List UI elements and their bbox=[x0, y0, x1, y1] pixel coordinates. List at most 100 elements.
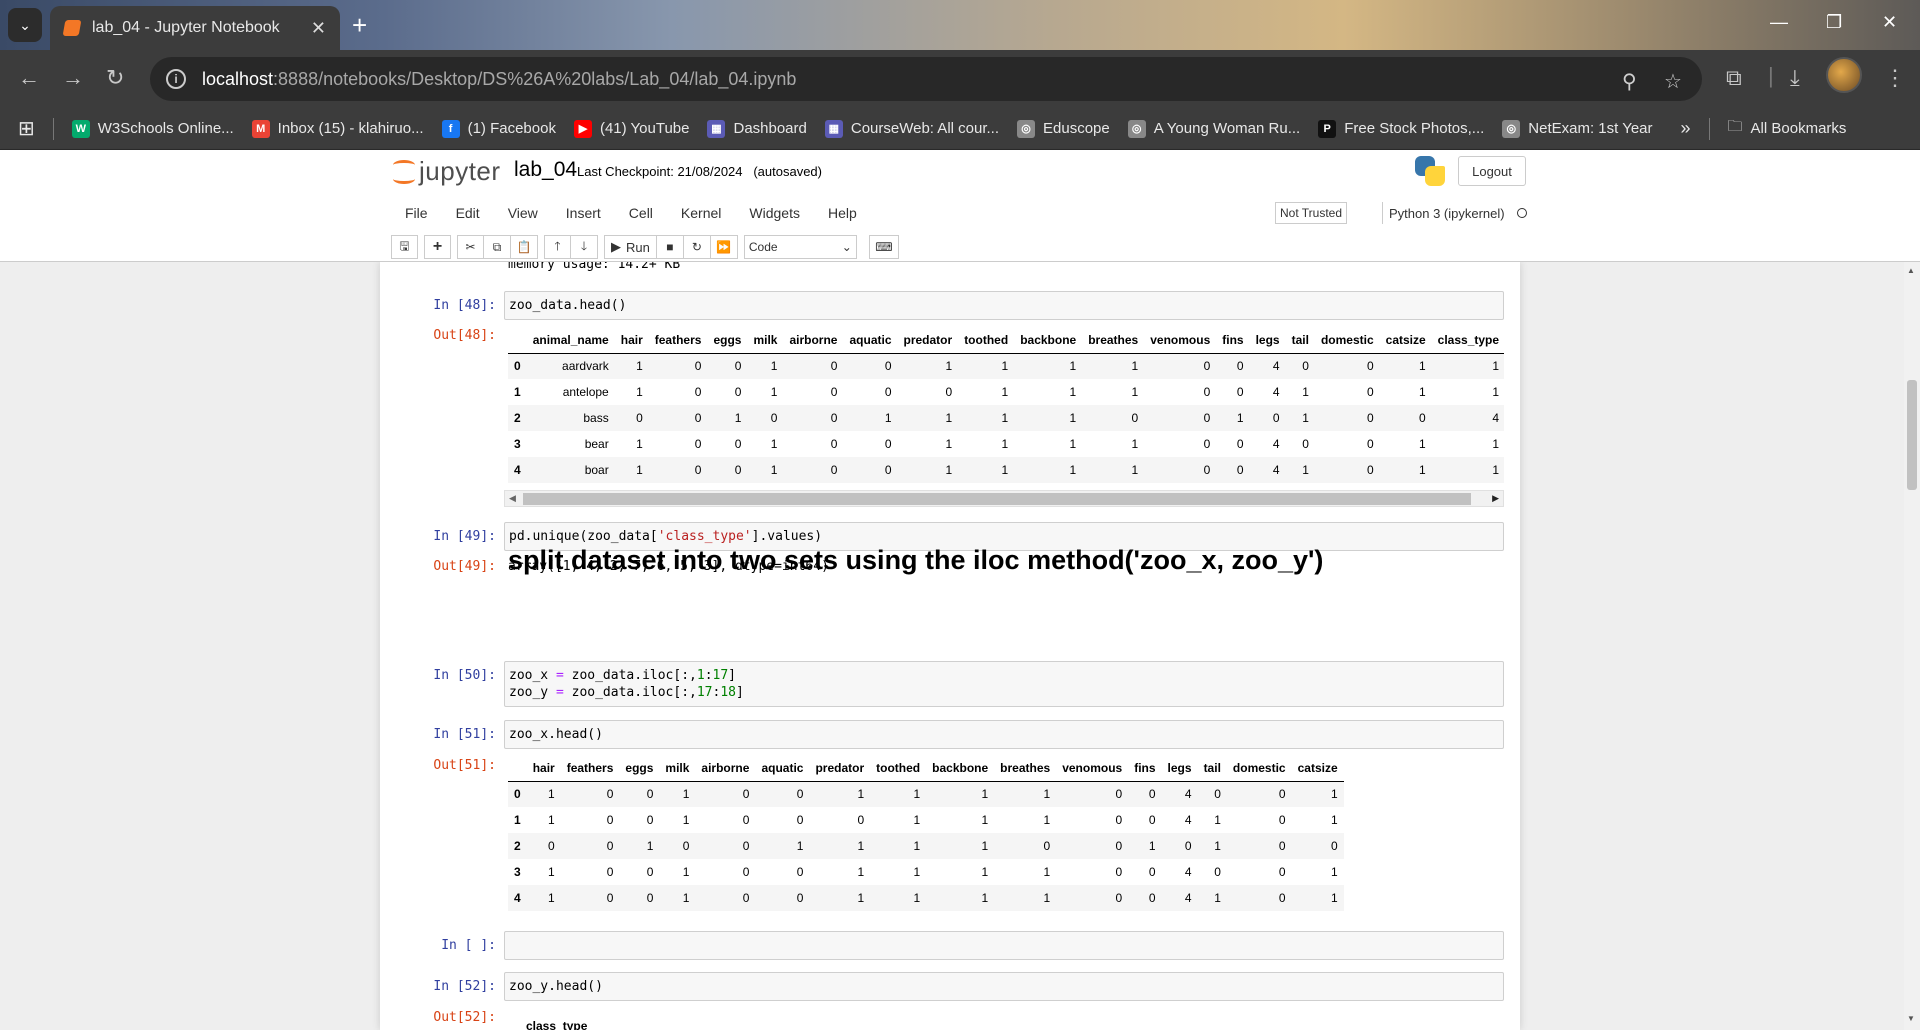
table-cell: 1 bbox=[1418, 359, 1426, 374]
restart-icon[interactable]: ↻ bbox=[683, 235, 711, 259]
table-cell: 1 bbox=[1131, 385, 1139, 399]
bookmark-item[interactable]: ▦ CourseWeb: All cour... bbox=[824, 119, 999, 138]
all-bookmarks-button[interactable]: 🗀 All Bookmarks bbox=[1728, 116, 1847, 141]
bookmark-star-icon[interactable]: ☆ bbox=[1664, 69, 1682, 94]
bookmark-item[interactable]: P Free Stock Photos,... bbox=[1318, 119, 1484, 138]
url-bar[interactable]: i localhost:8888/notebooks/Desktop/DS%26… bbox=[150, 57, 1702, 101]
back-icon[interactable]: ← bbox=[18, 66, 40, 90]
copy-icon[interactable]: ⧉ bbox=[484, 235, 511, 259]
code-input[interactable]: zoo_x.head() bbox=[504, 720, 1504, 749]
close-icon[interactable]: ✕ bbox=[311, 18, 326, 39]
reload-icon[interactable]: ↻ bbox=[106, 66, 124, 90]
zoom-icon[interactable]: ⚲ bbox=[1622, 69, 1637, 94]
menu-insert[interactable]: Insert bbox=[552, 196, 615, 230]
download-icon[interactable]: ⤓ bbox=[1790, 66, 1800, 90]
cut-icon[interactable]: ✂ bbox=[457, 235, 484, 259]
scrollbar-thumb[interactable] bbox=[1907, 380, 1917, 490]
table-cell: 0 bbox=[830, 385, 838, 399]
table-cell: 1 bbox=[1330, 813, 1338, 827]
paste-icon[interactable]: 📋 bbox=[511, 235, 538, 259]
menu-edit[interactable]: Edit bbox=[442, 196, 494, 230]
table-cell: 0 bbox=[694, 411, 702, 425]
menu-help[interactable]: Help bbox=[814, 196, 871, 230]
bookmark-item[interactable]: ◎ A Young Woman Ru... bbox=[1127, 119, 1300, 138]
code-input[interactable]: zoo_x = zoo_data.iloc[:,1:17] zoo_y = zo… bbox=[504, 661, 1504, 707]
table-cell: 0 bbox=[884, 359, 892, 374]
row-index: 0 bbox=[514, 359, 521, 374]
table-cell: 0 bbox=[1214, 865, 1221, 879]
university-icon: ▦ bbox=[707, 119, 726, 138]
new-tab-button[interactable]: + bbox=[352, 10, 367, 40]
move-up-icon[interactable]: 🡑 bbox=[544, 235, 571, 259]
stop-icon[interactable]: ■ bbox=[656, 235, 684, 259]
more-menu-icon[interactable]: ⋮ bbox=[1884, 66, 1906, 90]
minimize-icon[interactable]: — bbox=[1770, 12, 1788, 33]
table-cell: 0 bbox=[1278, 865, 1286, 879]
notebook-name[interactable]: lab_04 bbox=[514, 158, 577, 182]
command-palette-icon[interactable]: ⌨ bbox=[868, 235, 899, 259]
table-cell: 1 bbox=[1214, 839, 1221, 853]
table-cell: 4 bbox=[1272, 359, 1280, 374]
menu-kernel[interactable]: Kernel bbox=[667, 196, 735, 230]
bookmark-item[interactable]: ◎ NetExam: 1st Year bbox=[1502, 119, 1653, 138]
scroll-right-icon[interactable]: ▶ bbox=[1492, 493, 1499, 504]
kernel-idle-icon bbox=[1516, 208, 1527, 218]
trust-status-button[interactable]: Not Trusted bbox=[1275, 202, 1347, 224]
menu-widgets[interactable]: Widgets bbox=[735, 196, 814, 230]
column-header: fins bbox=[1216, 327, 1250, 354]
bookmark-item[interactable]: W W3Schools Online... bbox=[71, 119, 234, 138]
table-cell: 1 bbox=[1069, 437, 1077, 451]
page-scrollbar[interactable]: ▲ ▼ bbox=[1904, 262, 1920, 1030]
jupyter-logo[interactable]: jupyter bbox=[393, 156, 501, 187]
restart-run-all-icon[interactable]: ⏩ bbox=[710, 235, 738, 259]
extensions-icon[interactable]: ⧉ bbox=[1726, 66, 1742, 90]
more-bookmarks-icon[interactable]: » bbox=[1681, 118, 1691, 139]
table-cell: 4 bbox=[1184, 787, 1192, 802]
scroll-down-icon[interactable]: ▼ bbox=[1907, 1014, 1915, 1023]
insert-cell-icon[interactable]: + bbox=[424, 235, 451, 259]
bookmark-item[interactable]: M Inbox (15) - klahiruo... bbox=[251, 119, 424, 138]
scroll-left-icon[interactable]: ◀ bbox=[509, 493, 516, 504]
kernel-indicator[interactable]: Python 3 (ipykernel) bbox=[1382, 202, 1527, 224]
window-close-icon[interactable]: ✕ bbox=[1882, 12, 1897, 33]
horizontal-scrollbar[interactable]: ◀ ▶ bbox=[504, 490, 1504, 507]
save-icon[interactable]: 🖫 bbox=[391, 235, 418, 259]
table-cell: 0 bbox=[1115, 813, 1123, 827]
bookmark-label: (41) YouTube bbox=[599, 120, 690, 137]
column-header: toothed bbox=[958, 327, 1015, 354]
run-button[interactable]: ▶ Run bbox=[604, 235, 657, 259]
logout-button[interactable]: Logout bbox=[1458, 156, 1526, 186]
table-cell: 0 bbox=[796, 891, 804, 905]
cell-type-select[interactable]: Code ⌄ bbox=[743, 235, 857, 259]
code-input[interactable]: zoo_y.head() bbox=[504, 972, 1504, 1001]
site-info-icon[interactable]: i bbox=[166, 69, 186, 89]
code-input-empty[interactable] bbox=[504, 931, 1504, 960]
bookmark-item[interactable]: ◎ Eduscope bbox=[1017, 119, 1110, 138]
checkpoint-status: Last Checkpoint: 21/08/2024 (autosaved) bbox=[577, 164, 822, 179]
bookmarks-divider bbox=[1708, 117, 1710, 140]
menu-cell[interactable]: Cell bbox=[615, 196, 667, 230]
tab-search-button[interactable]: ⌄ bbox=[8, 8, 42, 42]
bookmark-item[interactable]: ▶ (41) YouTube bbox=[573, 119, 690, 138]
bookmark-item[interactable]: ▦ Dashboard bbox=[707, 119, 807, 138]
scrollbar-thumb[interactable] bbox=[523, 493, 1471, 505]
profile-avatar[interactable] bbox=[1826, 57, 1862, 93]
notebook-container: memory usage: 14.2+ KB In [48]: zoo_data… bbox=[380, 262, 1520, 1030]
menu-view[interactable]: View bbox=[494, 196, 552, 230]
menu-file[interactable]: File bbox=[391, 196, 442, 230]
bookmark-item[interactable]: f (1) Facebook bbox=[441, 119, 556, 138]
table-cell: 1 bbox=[770, 437, 778, 451]
table-cell: 1 bbox=[945, 411, 953, 425]
browser-tab-active[interactable]: lab_04 - Jupyter Notebook ✕ bbox=[50, 6, 340, 50]
forward-icon[interactable]: → bbox=[62, 66, 84, 90]
restore-icon[interactable]: ❐ bbox=[1826, 12, 1842, 33]
output-prompt: Out[52]: bbox=[433, 1010, 496, 1025]
table-cell: 0 bbox=[1366, 359, 1374, 374]
apps-grid-icon[interactable]: ⊞ bbox=[18, 116, 35, 141]
code-input[interactable]: zoo_data.head() bbox=[504, 291, 1504, 320]
input-prompt: In [52]: bbox=[433, 979, 496, 994]
table-cell: 1 bbox=[1148, 839, 1156, 853]
table-cell: 0 bbox=[1115, 839, 1123, 853]
scroll-up-icon[interactable]: ▲ bbox=[1907, 266, 1915, 275]
move-down-icon[interactable]: 🡓 bbox=[571, 235, 598, 259]
